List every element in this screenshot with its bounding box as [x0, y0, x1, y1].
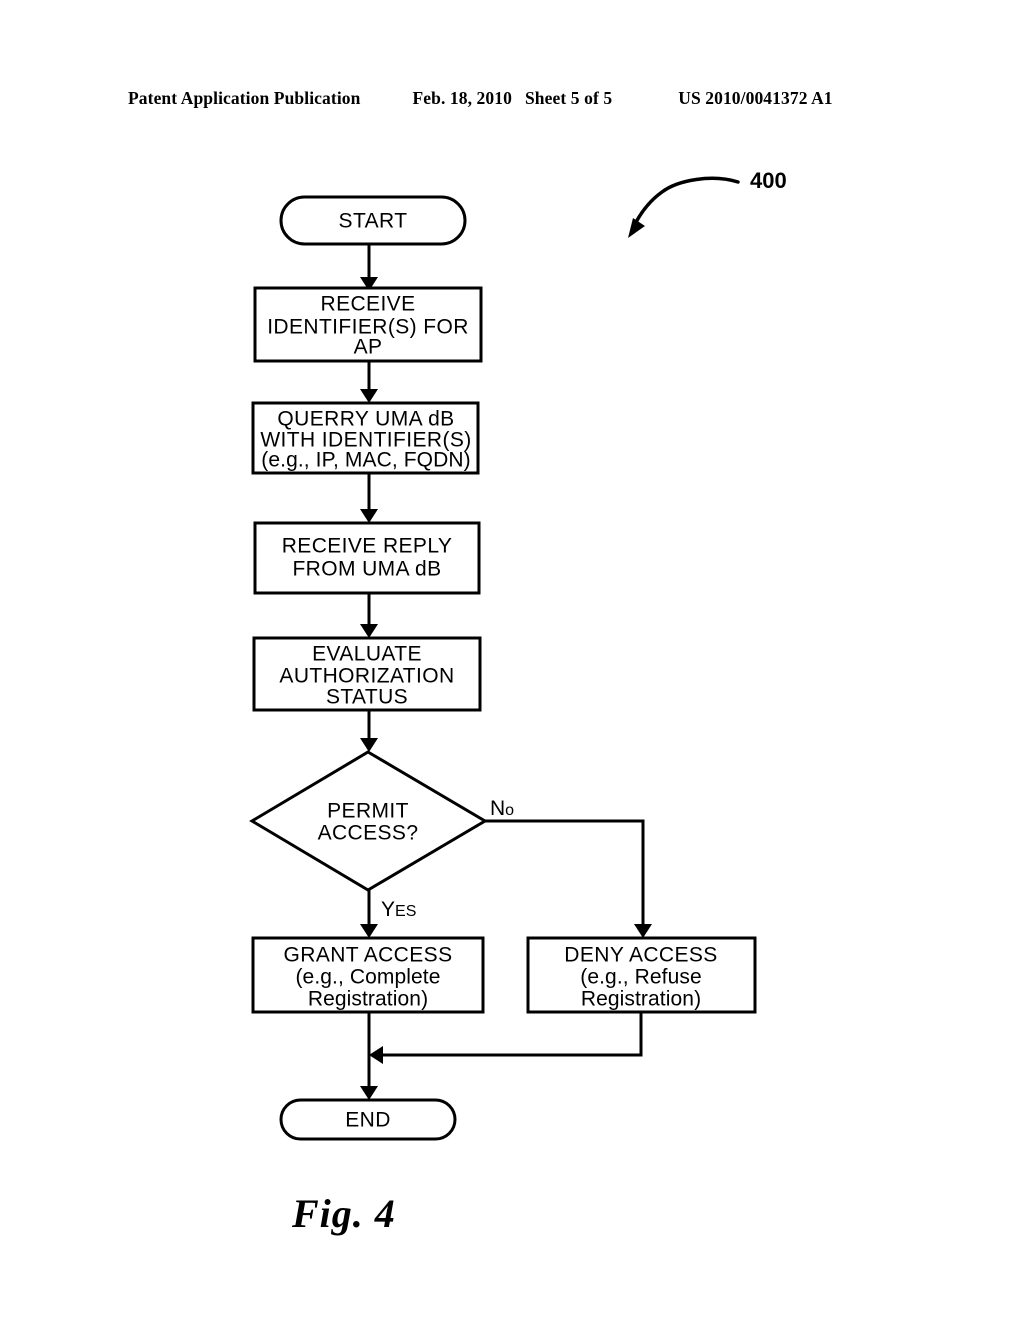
- figure-drawing-sheet: 400 START RECEIVE IDENTIFIER(S) FOR AP Q…: [0, 130, 1024, 1180]
- branch-label-no-cap: N: [490, 797, 505, 820]
- reference-numeral-label: 400: [750, 168, 787, 193]
- page-header: Patent Application Publication Feb. 18, …: [128, 88, 896, 112]
- connector-start-to-receive-id: [360, 244, 378, 291]
- header-publication-date: Feb. 18, 2010: [412, 88, 512, 108]
- node-receive-identifiers: RECEIVE IDENTIFIER(S) FOR AP: [253, 286, 483, 363]
- receive-identifiers-line-3: AP: [354, 336, 383, 359]
- evaluate-line-1: EVALUATE: [312, 643, 422, 666]
- evaluate-line-3: STATUS: [326, 686, 408, 709]
- header-sheet-number: Sheet 5 of 5: [524, 88, 613, 108]
- connector-no-branch: No: [485, 797, 652, 938]
- branch-label-no-rest: o: [505, 802, 514, 819]
- node-receive-reply: RECEIVE REPLY FROM UMA dB: [253, 521, 481, 595]
- node-grant-access: GRANT ACCESS (e.g., Complete Registratio…: [251, 936, 485, 1014]
- flowchart-400: 400 START RECEIVE IDENTIFIER(S) FOR AP Q…: [249, 168, 787, 1141]
- connector-receive-id-to-query: [360, 361, 378, 403]
- grant-access-line-2: (e.g., Complete: [295, 966, 440, 989]
- header-patent-number: US 2010/0041372 A1: [678, 88, 833, 108]
- reference-leader-arrowhead: [628, 218, 645, 238]
- connector-evaluate-to-decision: [360, 710, 378, 752]
- query-uma-db-line-3: (e.g., IP, MAC, FQDN): [261, 449, 470, 472]
- permit-access-line-2: ACCESS?: [318, 822, 419, 845]
- branch-label-yes: YES: [381, 898, 416, 921]
- connector-yes-branch: YES: [360, 890, 416, 938]
- branch-label-yes-cap: Y: [381, 898, 395, 921]
- connector-receive-reply-to-evaluate: [360, 593, 378, 638]
- reference-numeral-400: 400: [628, 168, 787, 238]
- node-start: START: [279, 195, 467, 246]
- reference-leader-line: [632, 176, 740, 228]
- grant-access-line-1: GRANT ACCESS: [284, 944, 453, 967]
- receive-reply-line-1: RECEIVE REPLY: [282, 535, 453, 558]
- node-deny-access: DENY ACCESS (e.g., Refuse Registration): [526, 936, 757, 1014]
- grant-access-line-3: Registration): [308, 988, 428, 1011]
- evaluate-line-2: AUTHORIZATION: [279, 665, 454, 688]
- connector-query-to-receive-reply: [360, 473, 378, 523]
- deny-access-line-2: (e.g., Refuse: [580, 966, 702, 989]
- deny-access-line-1: DENY ACCESS: [564, 944, 717, 967]
- node-permit-access-decision: PERMIT ACCESS?: [249, 750, 488, 892]
- branch-label-no: No: [490, 797, 514, 820]
- branch-label-yes-rest: ES: [395, 903, 416, 920]
- node-query-uma-db: QUERRY UMA dB WITH IDENTIFIER(S) (e.g., …: [251, 401, 480, 475]
- connector-deny-to-merge: [369, 1012, 643, 1064]
- deny-access-line-3: Registration): [581, 988, 701, 1011]
- end-label: END: [345, 1109, 391, 1132]
- figure-caption: Fig. 4: [292, 1191, 396, 1236]
- permit-access-line-1: PERMIT: [327, 800, 409, 823]
- node-end: END: [279, 1098, 457, 1141]
- query-uma-db-line-1: QUERRY UMA dB: [277, 408, 454, 431]
- node-evaluate-authorization: EVALUATE AUTHORIZATION STATUS: [252, 636, 482, 712]
- header-publication-title: Patent Application Publication: [128, 88, 361, 108]
- receive-reply-line-2: FROM UMA dB: [292, 558, 441, 581]
- start-label: START: [339, 210, 408, 233]
- receive-identifiers-line-1: RECEIVE: [321, 293, 416, 316]
